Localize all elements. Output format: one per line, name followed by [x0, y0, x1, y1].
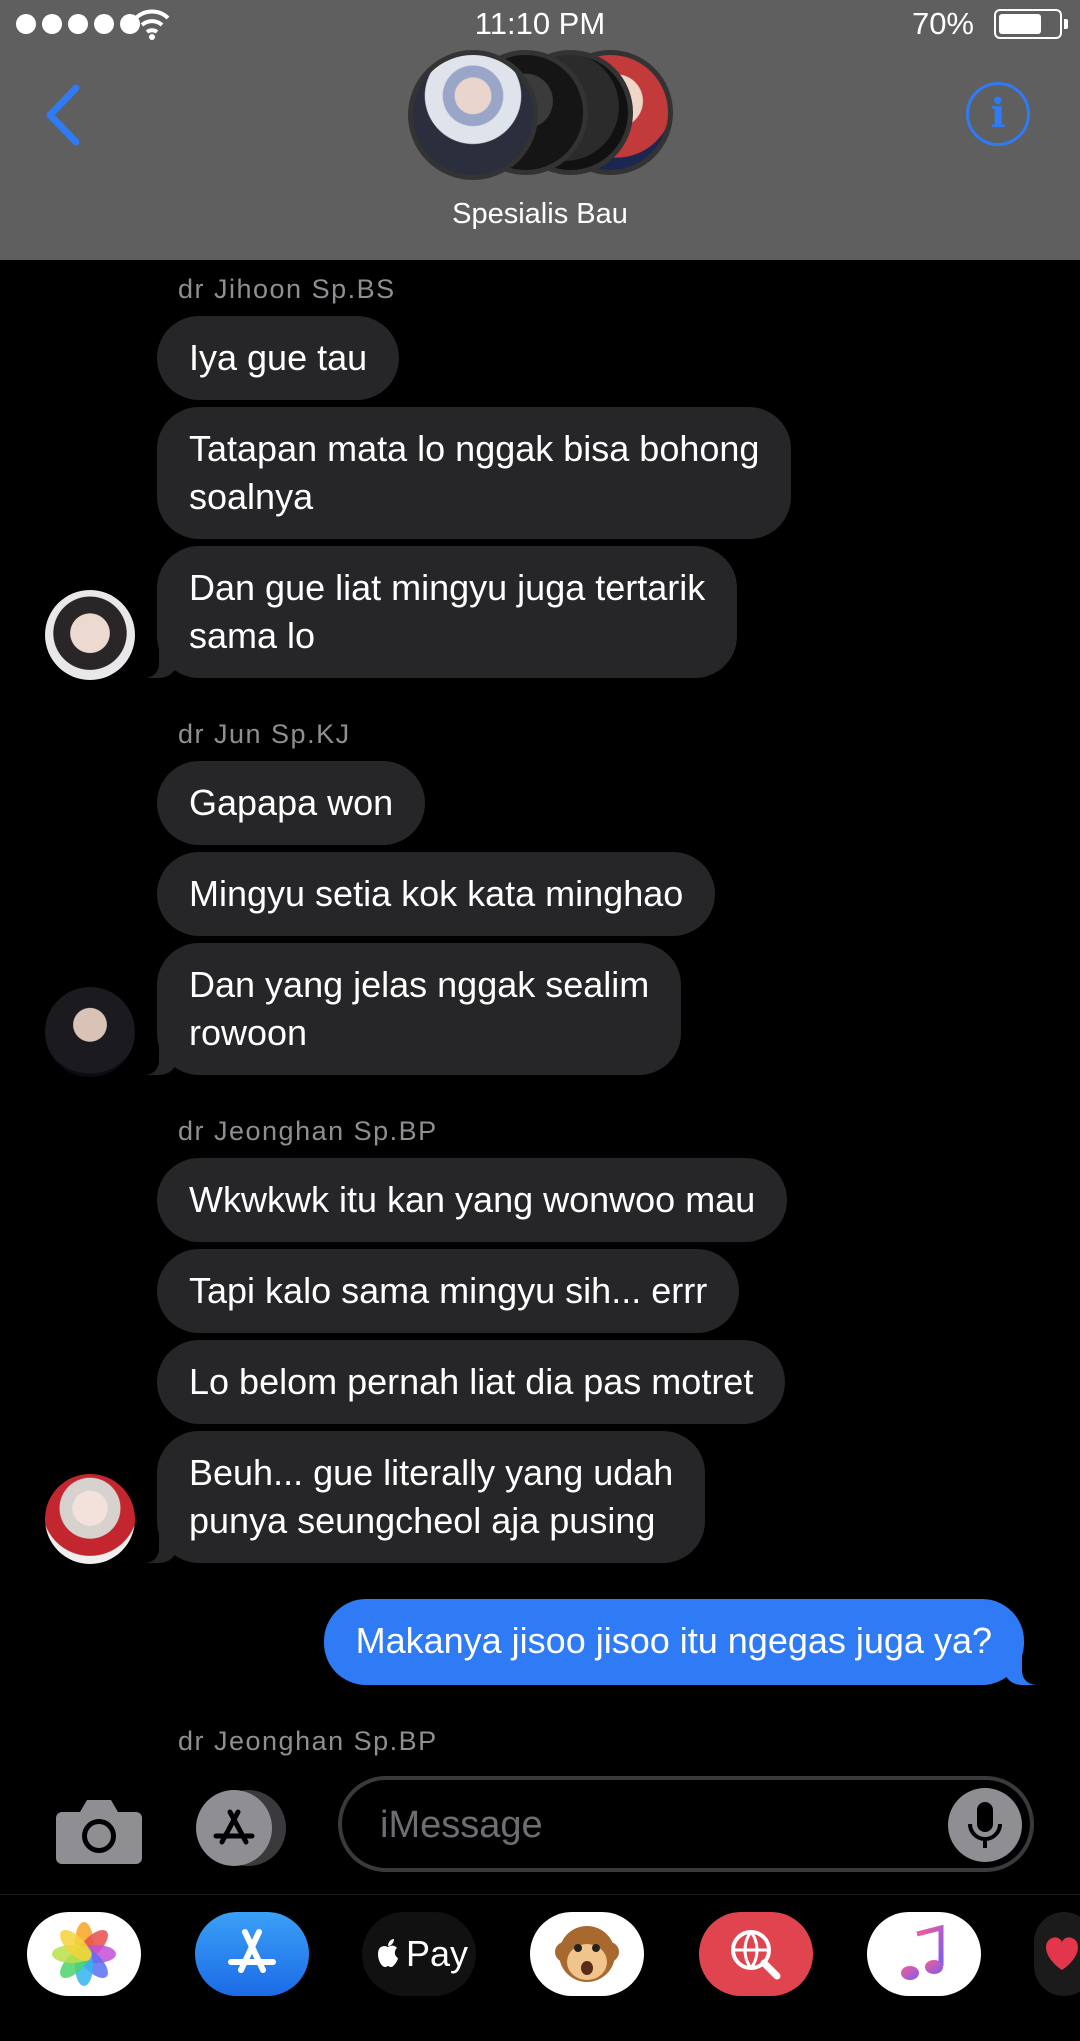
message-bubble[interactable]: Mingyu setia kok kata minghao: [157, 852, 716, 936]
avatar[interactable]: [45, 987, 135, 1077]
heart-app-button[interactable]: [1034, 1912, 1080, 1996]
apple-pay-button[interactable]: Pay: [362, 1912, 476, 1996]
sent-message-bubble[interactable]: Makanya jisoo jisoo itu ngegas juga ya?: [323, 1599, 1049, 1685]
microphone-button[interactable]: [948, 1788, 1022, 1862]
sender-name: dr Jeonghan Sp.BP: [178, 1116, 438, 1146]
back-chevron-icon[interactable]: [40, 80, 90, 150]
message-text-line: sama lo: [189, 615, 316, 656]
message-text: Gapapa won: [189, 782, 394, 823]
message-bubble[interactable]: Gapapa won: [157, 761, 426, 845]
camera-icon[interactable]: [56, 1792, 142, 1864]
message-text: Mingyu setia kok kata minghao: [189, 873, 684, 914]
message-text-line: punya seungcheol aja pusing: [189, 1500, 656, 1541]
message-text: Lo belom pernah liat dia pas motret: [189, 1361, 754, 1402]
message-text-input[interactable]: [378, 1800, 922, 1850]
music-app-button[interactable]: [867, 1912, 981, 1996]
message-bubble[interactable]: Dan gue liat mingyu juga tertarik sama l…: [132, 546, 738, 678]
message-bubble[interactable]: Wkwkwk itu kan yang wonwoo mau: [157, 1158, 788, 1242]
message-text-line: Tatapan mata lo nggak bisa bohong: [189, 428, 760, 469]
web-image-search-button[interactable]: [699, 1912, 813, 1996]
app-store-icon: [228, 1929, 276, 1973]
message-text: Iya gue tau: [189, 337, 368, 378]
photos-app-button[interactable]: [27, 1912, 141, 1996]
message-text-line: soalnya: [189, 476, 314, 517]
app-drawer-divider: [0, 1894, 1080, 1895]
sender-name: dr Jun Sp.KJ: [178, 719, 351, 749]
message-bubble[interactable]: Tapi kalo sama mingyu sih... errr: [157, 1249, 740, 1333]
imessage-input[interactable]: [338, 1776, 1034, 1872]
group-avatar-stack[interactable]: [408, 50, 678, 180]
message-bubble[interactable]: Iya gue tau: [157, 316, 400, 400]
message-text-line: Dan gue liat mingyu juga tertarik: [189, 567, 706, 608]
status-bar: 11:10 PM 70%: [0, 0, 1080, 46]
conversation-header: 11:10 PM 70% Spesialis Bau i: [0, 0, 1080, 260]
message-text-line: Dan yang jelas nggak sealim: [189, 964, 650, 1005]
avatar[interactable]: [45, 590, 135, 680]
avatar[interactable]: [45, 1474, 135, 1564]
music-note-icon: [901, 1924, 944, 1980]
battery-percentage: 70%: [911, 6, 974, 41]
app-store-button[interactable]: [196, 1790, 296, 1866]
info-button[interactable]: i: [966, 82, 1030, 146]
app-store-icon: [213, 1809, 255, 1845]
message-bubble[interactable]: Lo belom pernah liat dia pas motret: [157, 1340, 786, 1424]
microphone-icon: [968, 1802, 1002, 1848]
monkey-animoji-icon: [555, 1926, 619, 1982]
message-bubble[interactable]: Tatapan mata lo nggak bisa bohong soalny…: [157, 407, 792, 539]
message-bubble[interactable]: Dan yang jelas nggak sealim rowoon: [132, 943, 682, 1075]
message-bubble[interactable]: Beuh... gue literally yang udah punya se…: [132, 1431, 706, 1563]
app-store-app-button[interactable]: [195, 1912, 309, 1996]
photos-icon: [52, 1922, 116, 1986]
battery-icon: [994, 9, 1068, 39]
message-text: Wkwkwk itu kan yang wonwoo mau: [189, 1179, 756, 1220]
message-text-line: Beuh... gue literally yang udah: [189, 1452, 674, 1493]
apple-pay-label: Pay: [405, 1933, 469, 1974]
group-name[interactable]: Spesialis Bau: [0, 198, 1080, 231]
globe-search-icon: [731, 1930, 781, 1980]
sender-name: dr Jihoon Sp.BS: [178, 274, 396, 304]
message-text-line: rowoon: [189, 1012, 308, 1053]
message-text: Makanya jisoo jisoo itu ngegas juga ya?: [355, 1620, 992, 1661]
group-member-avatar-1: [408, 50, 538, 180]
message-text: Tapi kalo sama mingyu sih... errr: [189, 1270, 708, 1311]
animoji-app-button[interactable]: [530, 1912, 644, 1996]
heart-icon: [1046, 1937, 1078, 1970]
sender-name: dr Jeonghan Sp.BP: [178, 1726, 438, 1756]
